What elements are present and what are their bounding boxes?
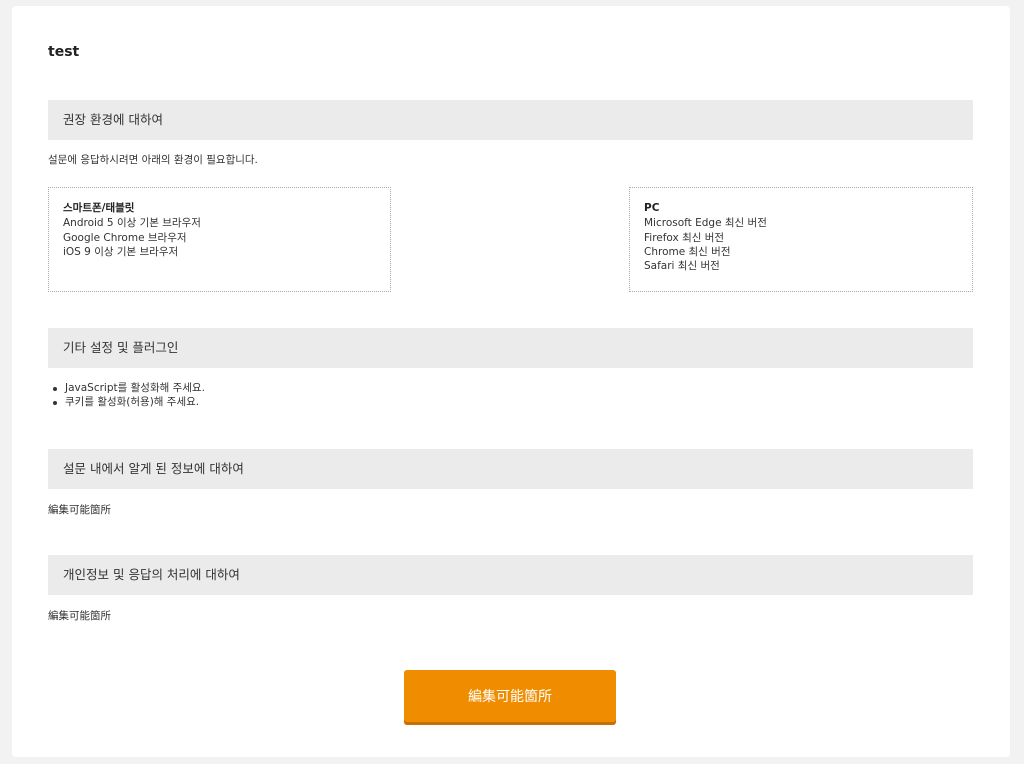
list-item: JavaScript를 활성화해 주세요. bbox=[48, 382, 205, 396]
bullet-icon bbox=[53, 400, 57, 405]
section-header-settings: 기타 설정 및 플러그인 bbox=[48, 328, 973, 368]
environment-intro: 설문에 응답하시려면 아래의 환경이 필요합니다. bbox=[48, 154, 258, 166]
section-header-privacy: 개인정보 및 응답의 처리에 대하여 bbox=[48, 555, 973, 595]
env-pc-item: Chrome 최신 버전 bbox=[644, 245, 731, 258]
list-item: 쿠키를 활성화(허용)해 주세요. bbox=[48, 396, 205, 410]
list-item-text: 쿠키를 활성화(허용)해 주세요. bbox=[65, 395, 200, 408]
env-pc-item: Firefox 최신 버전 bbox=[644, 231, 725, 244]
privacy-body: 編集可能箇所 bbox=[48, 610, 111, 622]
env-pc-item: Microsoft Edge 최신 버전 bbox=[644, 217, 767, 230]
env-mobile-title: 스마트폰/태블릿 bbox=[63, 202, 135, 214]
env-mobile-item: Android 5 이상 기본 브라우저 bbox=[63, 217, 201, 230]
survey-card: test 권장 환경에 대하여 설문에 응답하시려면 아래의 환경이 필요합니다… bbox=[12, 6, 1010, 757]
env-mobile-item: iOS 9 이상 기본 브라우저 bbox=[63, 245, 179, 258]
list-item-text: JavaScript를 활성화해 주세요. bbox=[65, 382, 205, 394]
env-pc-title: PC bbox=[644, 202, 660, 214]
env-box-pc: PC Microsoft Edge 최신 버전 Firefox 최신 버전 Ch… bbox=[629, 187, 973, 292]
section-header-environment: 권장 환경에 대하여 bbox=[48, 100, 973, 140]
survey-title: test bbox=[48, 44, 80, 60]
settings-list: JavaScript를 활성화해 주세요. 쿠키를 활성화(허용)해 주세요. bbox=[48, 382, 205, 409]
bullet-icon bbox=[53, 387, 57, 391]
env-box-mobile: 스마트폰/태블릿 Android 5 이상 기본 브라우저 Google Chr… bbox=[48, 187, 391, 292]
info-body: 編集可能箇所 bbox=[48, 504, 111, 516]
submit-button[interactable]: 編集可能箇所 bbox=[404, 670, 616, 722]
env-mobile-item: Google Chrome 브라우저 bbox=[63, 231, 187, 244]
section-header-info: 설문 내에서 알게 된 정보에 대하여 bbox=[48, 449, 973, 489]
env-pc-item: Safari 최신 버전 bbox=[644, 260, 720, 273]
